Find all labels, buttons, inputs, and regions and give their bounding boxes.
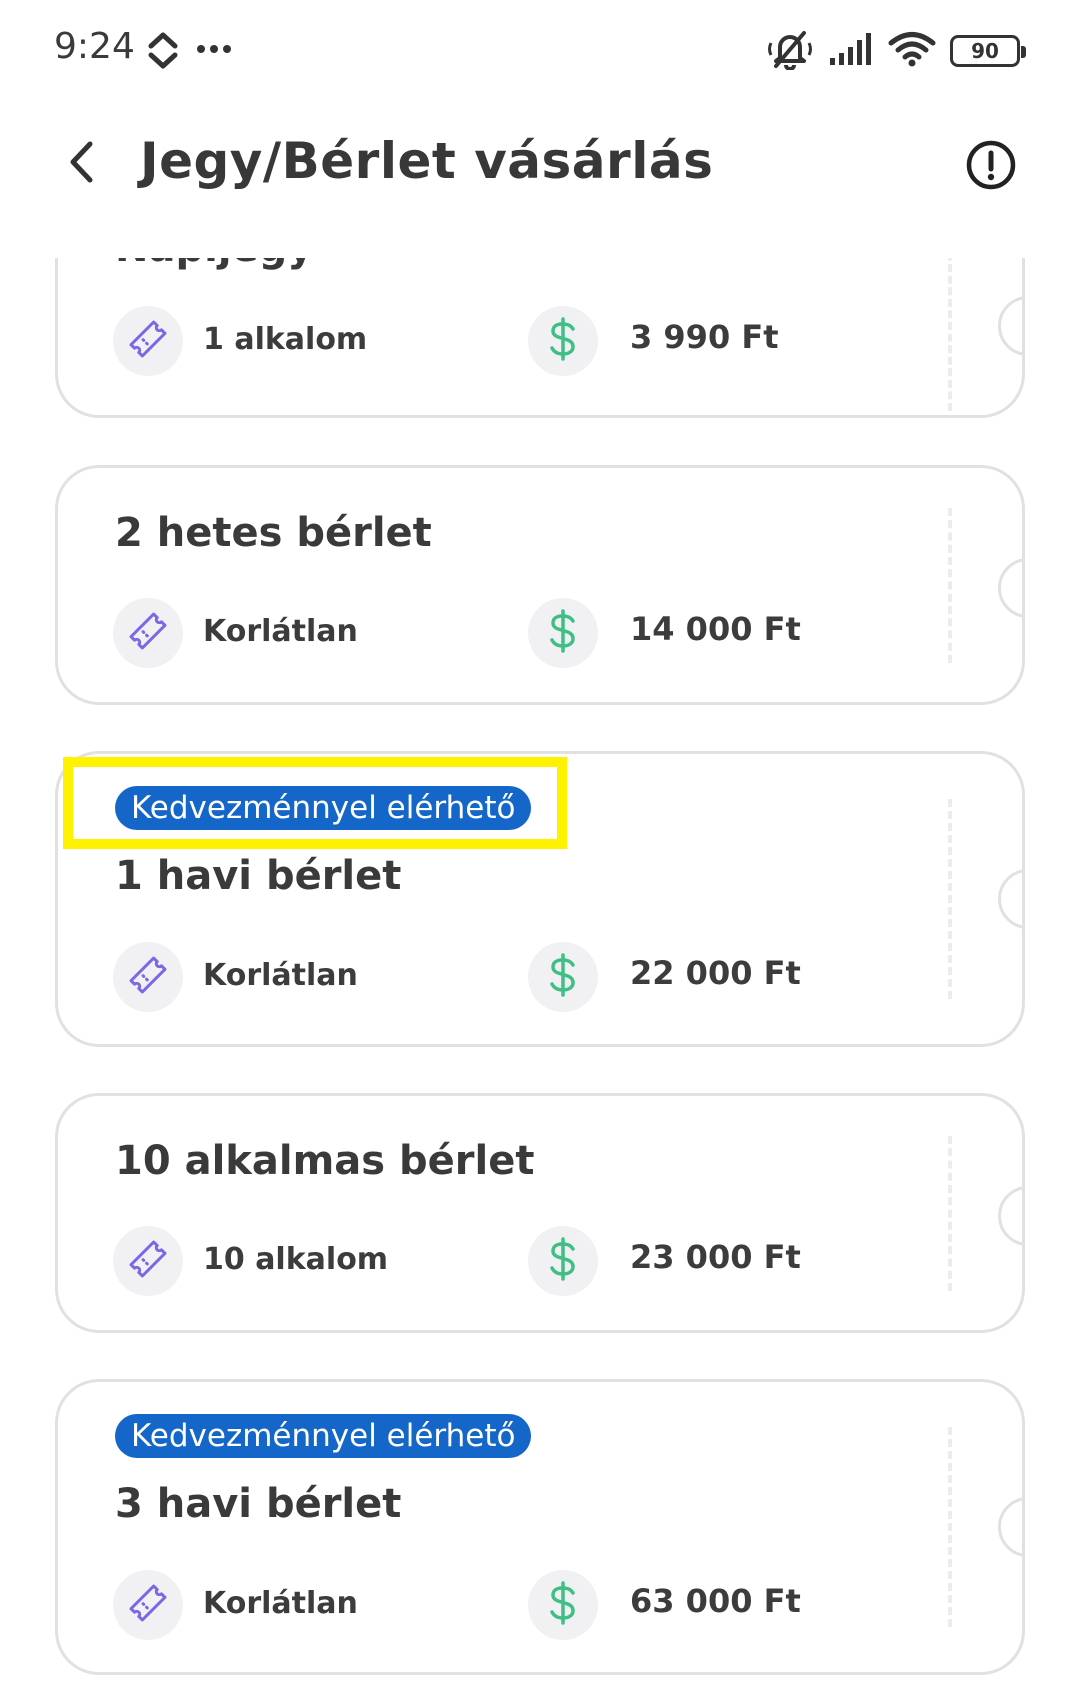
card-divider xyxy=(948,1427,952,1627)
card-notch xyxy=(998,1497,1022,1557)
card-divider xyxy=(948,1136,952,1291)
battery-level: 90 xyxy=(971,39,999,63)
price-icon-circle xyxy=(528,1570,598,1640)
ticket-icon-circle xyxy=(113,306,183,376)
status-icons: 90 xyxy=(766,28,1026,74)
battery-icon: 90 xyxy=(950,35,1026,67)
ticket-price: 63 000 Ft xyxy=(630,1582,801,1620)
ticket-usage: 10 alkalom xyxy=(203,1242,389,1277)
dollar-icon xyxy=(545,1236,581,1286)
ticket-icon-circle xyxy=(113,942,183,1012)
more-dots-icon xyxy=(196,40,232,59)
price-icon-circle xyxy=(528,306,598,376)
ticket-usage: Korlátlan xyxy=(203,1586,358,1621)
back-button[interactable] xyxy=(50,132,114,196)
ticket-icon xyxy=(127,1582,169,1628)
discount-badge: Kedvezménnyel elérhető xyxy=(115,786,532,830)
ticket-card-10-alkalmas[interactable]: 10 alkalmas bérlet 10 alkalom 23 000 Ft xyxy=(55,1093,1025,1333)
ticket-card-3-havi[interactable]: Kedvezménnyel elérhető 3 havi bérlet Kor… xyxy=(55,1379,1025,1675)
card-notch xyxy=(998,869,1022,929)
mute-icon xyxy=(766,28,814,74)
alert-circle-icon xyxy=(964,140,1018,196)
ticket-icon-circle xyxy=(113,1570,183,1640)
ticket-icon xyxy=(127,610,169,656)
signal-icon xyxy=(828,31,874,71)
ticket-icon-circle xyxy=(113,1226,183,1296)
ticket-usage: Korlátlan xyxy=(203,614,358,649)
chevron-left-icon xyxy=(65,140,99,188)
ticket-icon-circle xyxy=(113,598,183,668)
status-bar: 9:24 90 xyxy=(0,0,1080,100)
ticket-usage: Korlátlan xyxy=(203,958,358,993)
ticket-price: 22 000 Ft xyxy=(630,954,801,992)
ticket-list: Napijegy 1 alkalom 3 990 Ft 2 hetes bérl… xyxy=(0,258,1080,1693)
ticket-title: 2 hetes bérlet xyxy=(115,510,432,556)
price-icon-circle xyxy=(528,1226,598,1296)
card-divider xyxy=(948,799,952,999)
ticket-title: 10 alkalmas bérlet xyxy=(115,1138,535,1184)
dollar-icon xyxy=(545,608,581,658)
card-divider xyxy=(948,508,952,663)
discount-badge: Kedvezménnyel elérhető xyxy=(115,1414,532,1458)
ticket-title: 3 havi bérlet xyxy=(115,1481,402,1527)
page-title: Jegy/Bérlet vásárlás xyxy=(140,132,714,190)
ticket-icon xyxy=(127,1238,169,1284)
ticket-icon xyxy=(127,318,169,364)
dollar-icon xyxy=(545,316,581,366)
ticket-card-2-hetes[interactable]: 2 hetes bérlet Korlátlan 14 000 Ft xyxy=(55,465,1025,705)
ticket-price: 3 990 Ft xyxy=(630,318,779,356)
dollar-icon xyxy=(545,952,581,1002)
info-button[interactable] xyxy=(964,138,1018,192)
ticket-price: 23 000 Ft xyxy=(630,1238,801,1276)
price-icon-circle xyxy=(528,942,598,1012)
sync-icon xyxy=(146,30,180,74)
ticket-price: 14 000 Ft xyxy=(630,610,801,648)
price-icon-circle xyxy=(528,598,598,668)
ticket-usage: 1 alkalom xyxy=(203,322,368,357)
dollar-icon xyxy=(545,1580,581,1630)
card-notch xyxy=(998,558,1022,618)
ticket-icon xyxy=(127,954,169,1000)
ticket-title: 1 havi bérlet xyxy=(115,853,402,899)
card-notch xyxy=(998,296,1022,356)
card-divider xyxy=(948,258,952,411)
wifi-icon xyxy=(888,30,936,72)
card-notch xyxy=(998,1186,1022,1246)
ticket-card-1-havi[interactable]: Kedvezménnyel elérhető 1 havi bérlet Kor… xyxy=(55,751,1025,1047)
ticket-title: Napijegy xyxy=(115,258,313,271)
status-time: 9:24 xyxy=(54,26,135,67)
ticket-card-napijegy[interactable]: Napijegy 1 alkalom 3 990 Ft xyxy=(55,258,1025,418)
app-header: Jegy/Bérlet vásárlás xyxy=(0,110,1080,220)
